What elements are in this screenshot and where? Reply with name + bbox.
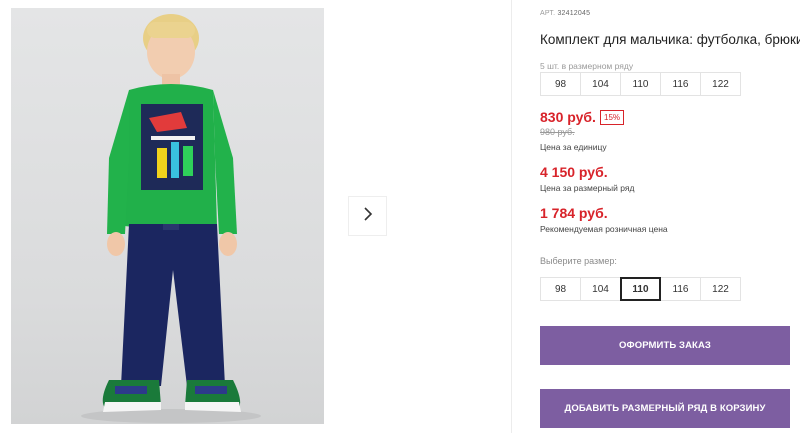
size-row-item: 110 [620,72,661,96]
recommended-price-caption: Рекомендуемая розничная цена [540,224,668,234]
product-photo[interactable] [11,8,324,424]
size-select-label: Выберите размер: [540,256,617,266]
article-label: АРТ. [540,10,556,17]
size-row-item: 104 [580,72,621,96]
size-selector: 98 104 110 116 122 [540,277,741,301]
order-button[interactable]: ОФОРМИТЬ ЗАКАЗ [540,326,790,365]
next-image-button[interactable] [348,196,387,236]
article-value: 32412045 [557,10,591,17]
product-title: Комплект для мальчика: футболка, брюки [540,32,800,47]
row-price-caption: Цена за размерный ряд [540,183,635,193]
product-page: АРТ. 32412045 Комплект для мальчика: фут… [0,0,800,433]
article-number: АРТ. 32412045 [540,10,590,17]
size-row-caption: 5 шт. в размерном ряду [540,61,634,71]
size-row-item: 116 [660,72,701,96]
size-option[interactable]: 116 [660,277,701,301]
size-option[interactable]: 122 [700,277,741,301]
panel-divider [511,0,512,433]
old-price: 980 руб. [540,127,575,137]
unit-price: 830 руб. [540,109,596,125]
size-row-item: 122 [700,72,741,96]
recommended-price: 1 784 руб. [540,205,608,221]
product-gallery [0,0,512,433]
size-option-selected[interactable]: 110 [620,277,661,301]
unit-price-caption: Цена за единицу [540,142,607,152]
chevron-right-icon [362,206,374,227]
size-row-item: 98 [540,72,581,96]
product-info: АРТ. 32412045 Комплект для мальчика: фут… [540,0,800,433]
size-option[interactable]: 104 [580,277,621,301]
boy-photo-illustration [81,14,261,423]
row-price: 4 150 руб. [540,164,608,180]
add-size-row-to-cart-button[interactable]: ДОБАВИТЬ РАЗМЕРНЫЙ РЯД В КОРЗИНУ [540,389,790,428]
size-option[interactable]: 98 [540,277,581,301]
size-row-list: 98 104 110 116 122 [540,72,741,96]
discount-badge: 15% [600,110,625,125]
